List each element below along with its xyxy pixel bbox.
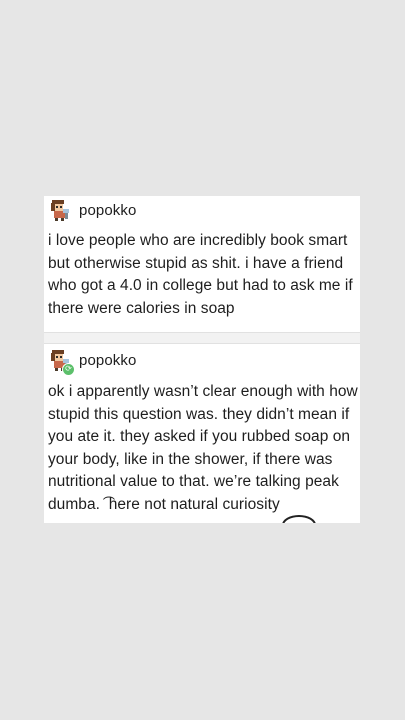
post-original: popokko i love people who are incredibly… — [44, 196, 360, 332]
reblog-icon: ⟳ — [62, 363, 75, 376]
username[interactable]: popokko — [79, 352, 136, 369]
post-text: ok i apparently wasn’t clear enough with… — [48, 383, 358, 513]
pixel-character-avatar-icon[interactable]: ⟳ — [49, 349, 75, 376]
username[interactable]: popokko — [79, 202, 136, 219]
post-reply: ⟳ popokko ok i apparently wasn’t clear e… — [44, 344, 360, 523]
pixel-character-avatar-icon[interactable] — [49, 199, 71, 221]
post-text: i love people who are incredibly book sm… — [48, 232, 353, 317]
screenshot-card: popokko i love people who are incredibly… — [44, 196, 360, 523]
post-header: popokko — [49, 199, 136, 221]
post-divider — [44, 332, 360, 344]
post-header: ⟳ popokko — [49, 348, 136, 376]
